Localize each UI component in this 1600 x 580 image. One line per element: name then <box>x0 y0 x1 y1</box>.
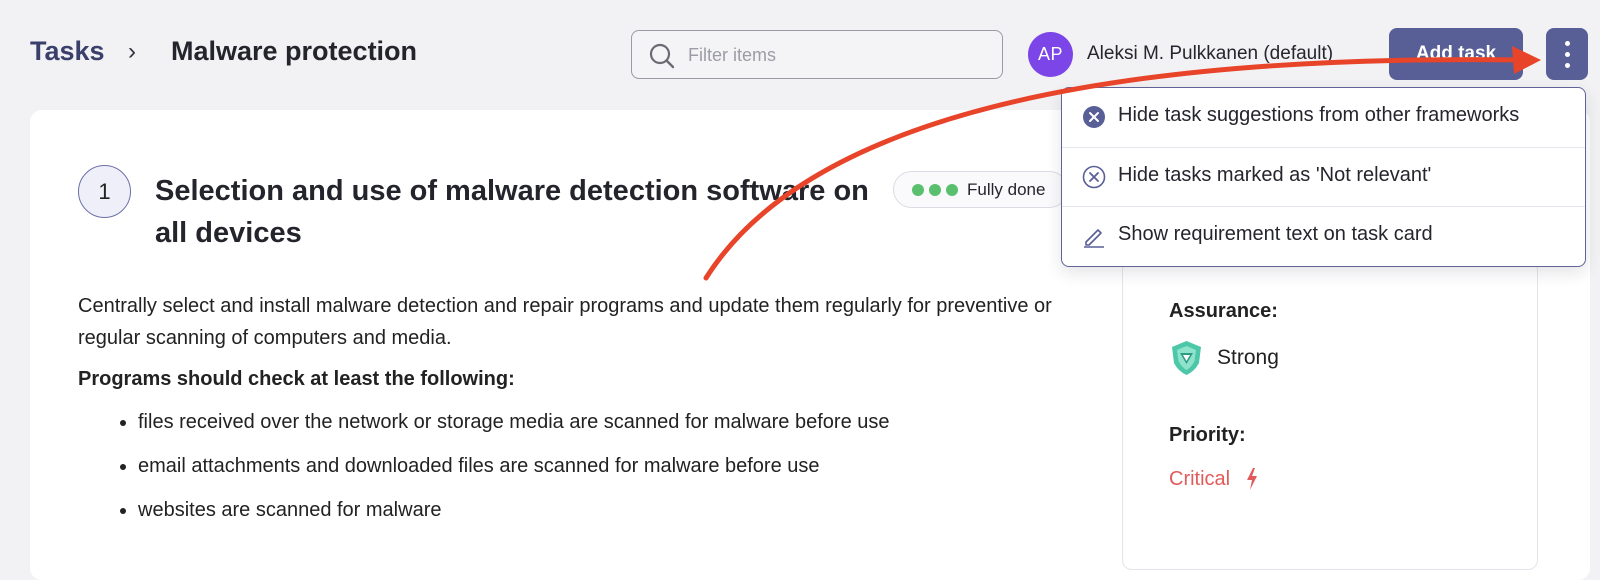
assurance-label: Assurance: <box>1169 300 1278 322</box>
outline-close-circle-icon <box>1082 165 1106 189</box>
search-icon <box>649 43 675 69</box>
status-badge[interactable]: Fully done <box>893 171 1068 208</box>
more-options-button[interactable] <box>1546 28 1588 80</box>
status-dot-icon <box>912 184 924 196</box>
kebab-menu-icon <box>1565 41 1570 46</box>
priority-label: Priority: <box>1169 424 1246 446</box>
lightning-bolt-icon <box>1247 468 1257 490</box>
check-list: files received over the network or stora… <box>110 410 1070 542</box>
step-number-badge: 1 <box>78 165 131 218</box>
shield-icon <box>1172 341 1201 375</box>
priority-value: Critical <box>1169 468 1231 490</box>
task-description: Centrally select and install malware det… <box>78 295 1052 349</box>
status-label: Fully done <box>967 180 1046 199</box>
programs-heading: Programs should check at least the follo… <box>78 368 515 390</box>
menu-item-show-requirement-text[interactable]: Show requirement text on task card <box>1062 206 1585 264</box>
page-title: Malware protection <box>171 36 418 66</box>
filled-close-circle-icon <box>1083 106 1105 128</box>
assurance-value: Strong <box>1217 346 1279 369</box>
menu-item-label: Show requirement text on task card <box>1118 223 1433 245</box>
menu-item-hide-suggestions[interactable]: Hide task suggestions from other framewo… <box>1062 88 1585 146</box>
list-item: email attachments and downloaded files a… <box>110 454 1070 498</box>
menu-item-label: Hide tasks marked as 'Not relevant' <box>1118 164 1432 186</box>
search-field[interactable] <box>631 30 1003 79</box>
menu-item-label: Hide task suggestions from other framewo… <box>1118 104 1520 126</box>
user-name[interactable]: Aleksi M. Pulkkanen (default) <box>1087 43 1333 65</box>
task-title: Selection and use of malware detection s… <box>155 175 869 249</box>
add-task-button[interactable]: Add task <box>1389 28 1523 80</box>
status-dot-icon <box>946 184 958 196</box>
options-dropdown-menu: Hide task suggestions from other framewo… <box>1061 87 1586 267</box>
list-item: websites are scanned for malware <box>110 498 1070 542</box>
list-item: files received over the network or stora… <box>110 410 1070 454</box>
pencil-icon <box>1084 229 1104 248</box>
menu-item-hide-not-relevant[interactable]: Hide tasks marked as 'Not relevant' <box>1062 147 1585 205</box>
avatar[interactable]: AP <box>1028 32 1073 77</box>
chevron-right-icon: › <box>128 38 136 65</box>
search-input[interactable] <box>688 39 988 71</box>
breadcrumb-tasks-link[interactable]: Tasks <box>30 36 105 67</box>
status-dot-icon <box>929 184 941 196</box>
